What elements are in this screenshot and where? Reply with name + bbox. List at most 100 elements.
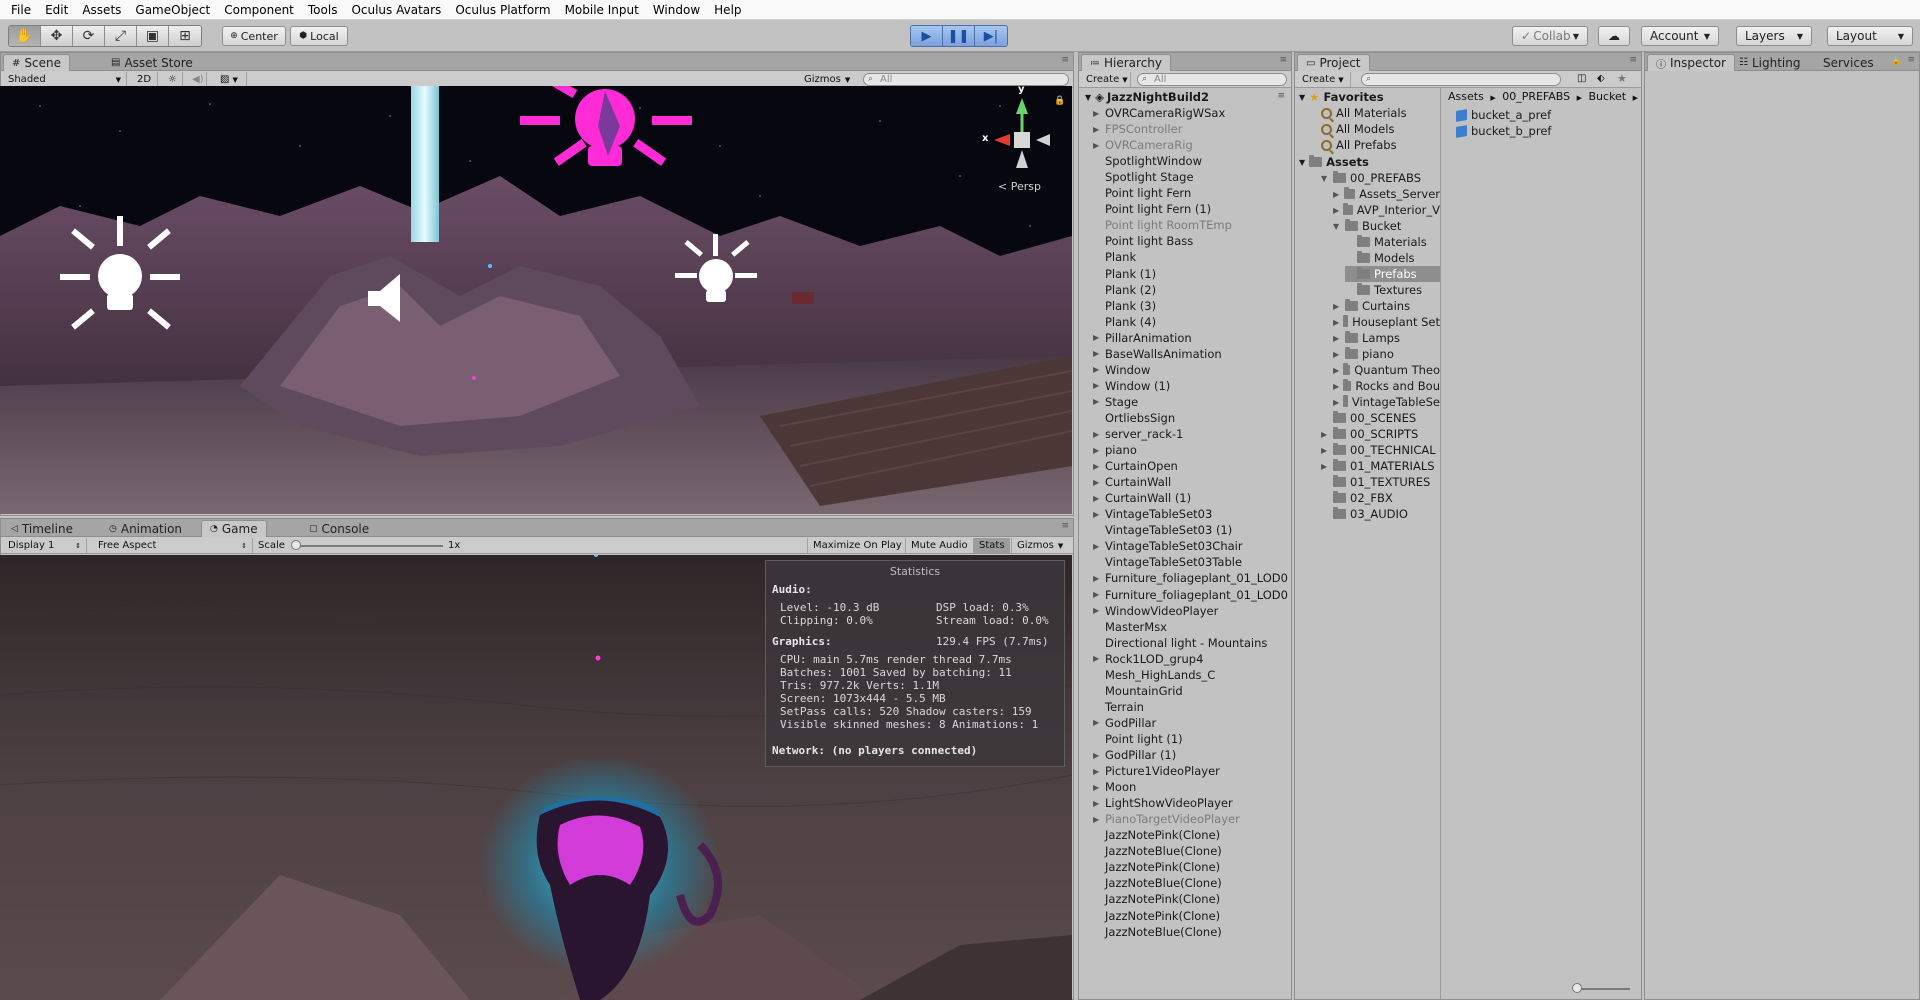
panel-menu-icon[interactable]: ≡: [1907, 55, 1915, 65]
breadcrumb-assets[interactable]: Assets: [1448, 90, 1484, 103]
asset-folder-item[interactable]: ▼ 00_PREFABS: [1321, 170, 1440, 186]
hierarchy-item[interactable]: ▶ LightShowVideoPlayer: [1093, 795, 1233, 811]
persp-label[interactable]: < Persp: [998, 180, 1041, 193]
icon-size-slider[interactable]: [1576, 988, 1630, 990]
fold-closed-icon[interactable]: ▶: [1321, 462, 1329, 471]
game-gizmos-dropdown[interactable]: Gizmos ▼: [1011, 538, 1068, 553]
transform-tool-button[interactable]: ⊞: [169, 26, 201, 46]
asset-folder-item[interactable]: ▶ piano: [1333, 346, 1440, 362]
scene-viewport[interactable]: y x < Persp 🔒: [0, 86, 1072, 514]
hierarchy-item[interactable]: JazzNotePink(Clone): [1105, 827, 1220, 843]
asset-folder-item[interactable]: 00_SCENES: [1321, 410, 1440, 426]
cloud-button[interactable]: ☁: [1598, 26, 1630, 46]
hierarchy-item[interactable]: ▶ CurtainOpen: [1093, 458, 1178, 474]
fold-closed-icon[interactable]: ▶: [1093, 510, 1099, 519]
pivot-center-button[interactable]: ⊕ Center: [222, 26, 286, 46]
hierarchy-item[interactable]: ▶ VintageTableSet03: [1093, 506, 1212, 522]
asset-file-item[interactable]: bucket_b_pref: [1456, 123, 1551, 139]
lighting-toggle[interactable]: ☼: [163, 72, 183, 87]
menu-window[interactable]: Window: [646, 3, 707, 17]
panel-menu-icon[interactable]: ≡: [1279, 55, 1287, 65]
hierarchy-item[interactable]: VintageTableSet03Table: [1105, 554, 1242, 570]
asset-folder-item[interactable]: 03_AUDIO: [1321, 506, 1440, 522]
asset-folder-item[interactable]: ▶ Quantum Theo: [1333, 362, 1440, 378]
panel-menu-icon[interactable]: ≡: [1061, 521, 1069, 531]
favorite-item[interactable]: All Prefabs: [1321, 137, 1397, 153]
hierarchy-item[interactable]: ▶ server_rack-1: [1093, 426, 1183, 442]
favorites-header[interactable]: ▼ ★ Favorites: [1299, 89, 1384, 105]
tab-lighting[interactable]: ☷ Lighting: [1731, 54, 1808, 71]
hierarchy-item[interactable]: Terrain: [1105, 699, 1144, 715]
asset-folder-item[interactable]: ▶ AVP_Interior_V: [1333, 202, 1440, 218]
hierarchy-item[interactable]: Point light RoomTEmp: [1105, 217, 1232, 233]
hierarchy-item[interactable]: ▶ BaseWallsAnimation: [1093, 346, 1222, 362]
panel-menu-icon[interactable]: ≡: [1629, 55, 1637, 65]
hierarchy-item[interactable]: Plank (3): [1105, 298, 1156, 314]
fold-closed-icon[interactable]: ▶: [1093, 333, 1099, 342]
fold-closed-icon[interactable]: ▶: [1093, 799, 1099, 808]
asset-folder-item[interactable]: Prefabs: [1345, 266, 1440, 282]
hierarchy-item[interactable]: ▶ CurtainWall (1): [1093, 490, 1191, 506]
fold-closed-icon[interactable]: ▶: [1093, 767, 1099, 776]
collab-button[interactable]: ✓ Collab ▼: [1512, 26, 1588, 46]
hierarchy-item[interactable]: ▶ PillarAnimation: [1093, 330, 1192, 346]
hierarchy-item[interactable]: Spotlight Stage: [1105, 169, 1194, 185]
menu-tools[interactable]: Tools: [301, 3, 345, 17]
pivot-local-button[interactable]: ⬢ Local: [290, 26, 348, 46]
scene-menu-icon[interactable]: ≡: [1277, 91, 1285, 101]
hierarchy-item[interactable]: ▶ CurtainWall: [1093, 474, 1171, 490]
lock-icon[interactable]: 🔒: [1054, 96, 1065, 106]
hierarchy-item[interactable]: ▶ Rock1LOD_grup4: [1093, 651, 1203, 667]
fold-closed-icon[interactable]: ▶: [1093, 125, 1099, 134]
fold-closed-icon[interactable]: ▶: [1093, 574, 1099, 583]
menu-component[interactable]: Component: [217, 3, 301, 17]
hierarchy-item[interactable]: Mesh_HighLands_C: [1105, 667, 1215, 683]
hierarchy-item[interactable]: Point light (1): [1105, 731, 1183, 747]
hierarchy-item[interactable]: Plank (2): [1105, 282, 1156, 298]
rotate-tool-button[interactable]: ⟳: [73, 26, 105, 46]
display-dropdown[interactable]: Display 1 ⇕: [3, 538, 87, 553]
layout-dropdown[interactable]: Layout ▼: [1827, 26, 1913, 46]
hierarchy-item[interactable]: JazzNotePink(Clone): [1105, 859, 1220, 875]
fold-closed-icon[interactable]: ▶: [1333, 366, 1339, 375]
hierarchy-item[interactable]: MountainGrid: [1105, 683, 1183, 699]
fold-open-icon[interactable]: ▼: [1321, 174, 1329, 183]
hierarchy-item[interactable]: ▶ Furniture_foliageplant_01_LOD0: [1093, 570, 1288, 586]
tab-game[interactable]: ◔ Game: [201, 520, 267, 537]
fold-closed-icon[interactable]: ▶: [1333, 190, 1340, 199]
hierarchy-item[interactable]: JazzNoteBlue(Clone): [1105, 875, 1222, 891]
hierarchy-item[interactable]: SpotlightWindow: [1105, 153, 1202, 169]
menu-mobile-input[interactable]: Mobile Input: [558, 3, 646, 17]
tab-scene[interactable]: # Scene: [3, 54, 70, 71]
hierarchy-item[interactable]: VintageTableSet03 (1): [1105, 522, 1232, 538]
menu-edit[interactable]: Edit: [38, 3, 75, 17]
asset-folder-item[interactable]: 02_FBX: [1321, 490, 1440, 506]
fold-closed-icon[interactable]: ▶: [1333, 334, 1341, 343]
favorite-item[interactable]: All Materials: [1321, 105, 1407, 121]
fold-closed-icon[interactable]: ▶: [1093, 494, 1099, 503]
hierarchy-item[interactable]: Plank (4): [1105, 314, 1156, 330]
fold-closed-icon[interactable]: ▶: [1093, 654, 1099, 663]
asset-folder-item[interactable]: ▶ Rocks and Bou: [1333, 378, 1440, 394]
asset-folder-item[interactable]: Textures: [1345, 282, 1440, 298]
fold-closed-icon[interactable]: ▶: [1093, 446, 1099, 455]
maximize-on-play-toggle[interactable]: Maximize On Play: [807, 538, 907, 553]
hierarchy-item[interactable]: Plank: [1105, 249, 1136, 265]
hierarchy-item[interactable]: ▶ WindowVideoPlayer: [1093, 603, 1218, 619]
scale-slider[interactable]: [293, 545, 443, 547]
hierarchy-item[interactable]: ▶ Stage: [1093, 394, 1138, 410]
fold-closed-icon[interactable]: ▶: [1093, 462, 1099, 471]
hierarchy-item[interactable]: Point light Bass: [1105, 233, 1193, 249]
menu-help[interactable]: Help: [707, 3, 748, 17]
tab-project[interactable]: ▭ Project: [1297, 54, 1370, 71]
menu-gameobject[interactable]: GameObject: [128, 3, 217, 17]
fold-closed-icon[interactable]: ▶: [1093, 365, 1099, 374]
star-icon[interactable]: ★: [1617, 72, 1627, 85]
hierarchy-item[interactable]: ▶ Window: [1093, 362, 1150, 378]
effects-dropdown[interactable]: ▨ ▼: [215, 72, 247, 87]
fold-closed-icon[interactable]: ▶: [1333, 350, 1341, 359]
breadcrumb-prefabs[interactable]: 00_PREFABS: [1502, 90, 1570, 103]
fold-closed-icon[interactable]: ▶: [1093, 141, 1099, 150]
fold-closed-icon[interactable]: ▶: [1093, 542, 1099, 551]
asset-folder-item[interactable]: ▶ Houseplant Set: [1333, 314, 1440, 330]
